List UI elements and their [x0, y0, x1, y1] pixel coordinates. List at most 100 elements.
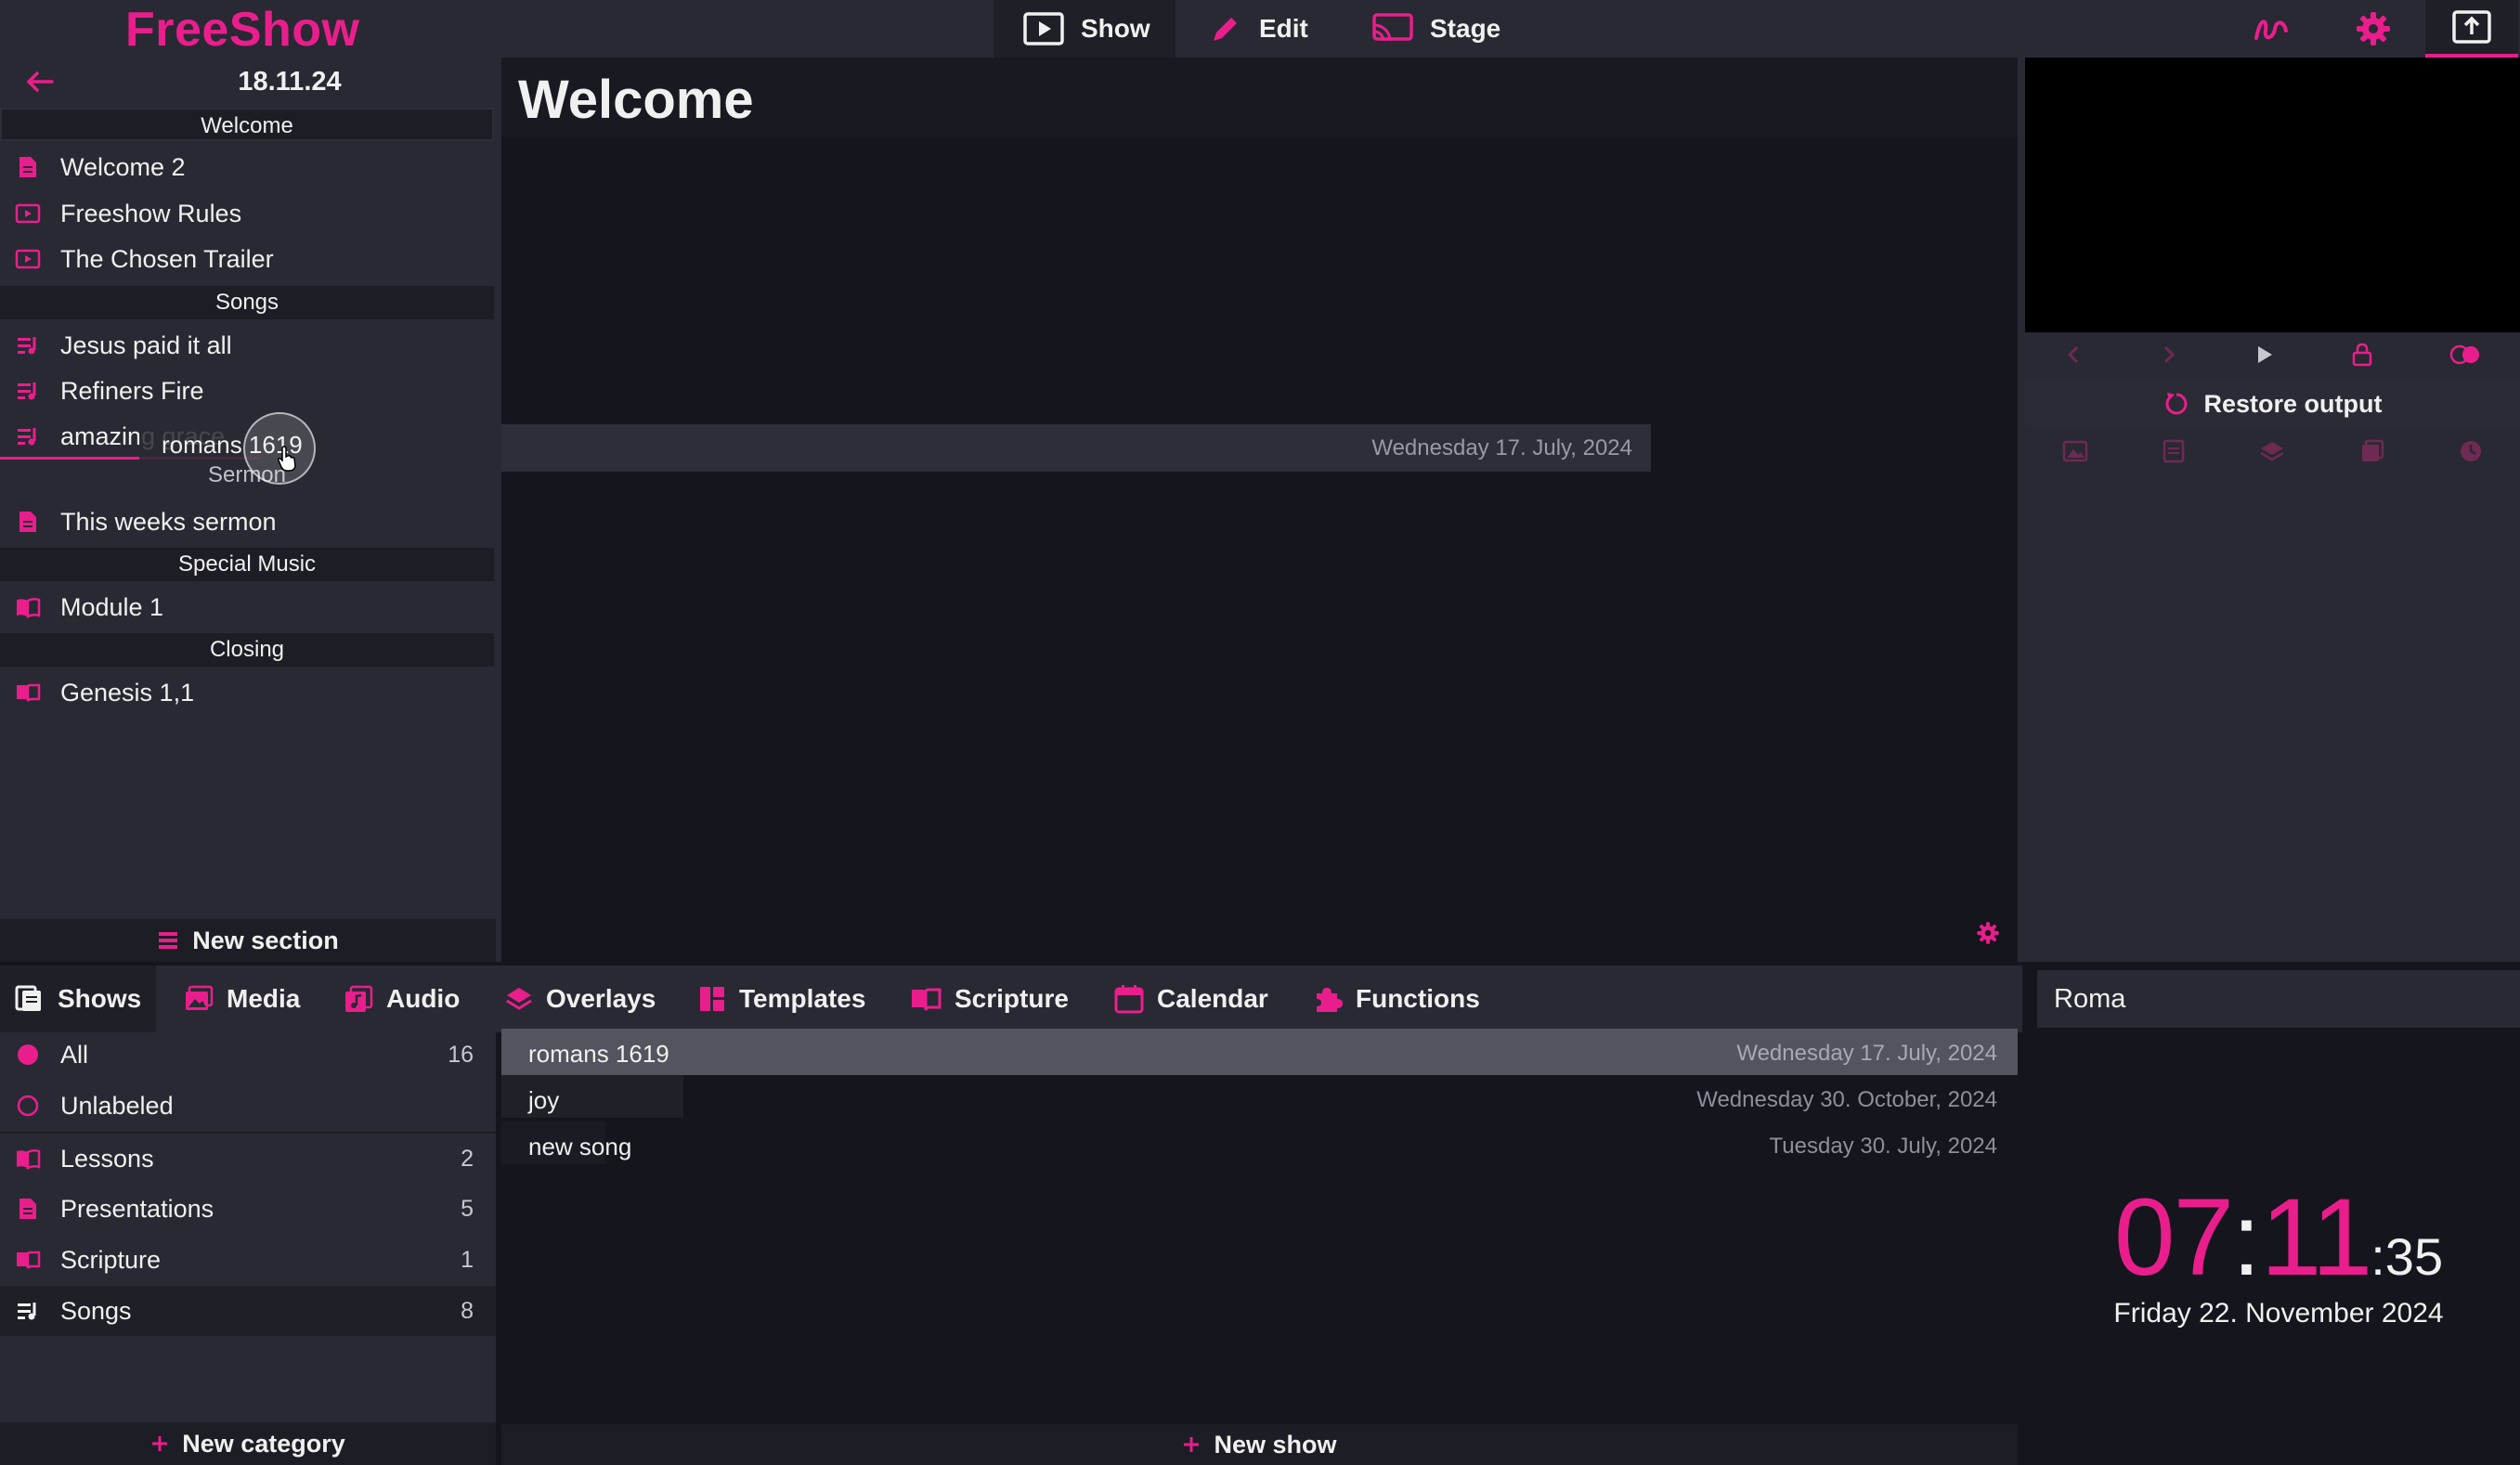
project-item-freeshow-rules[interactable]: Freeshow Rules: [0, 191, 496, 236]
show-date: Tuesday 30. July, 2024: [1769, 1134, 1997, 1159]
show-title: Welcome: [518, 70, 754, 130]
category-all[interactable]: All 16: [0, 1030, 496, 1080]
project-item-the-chosen-trailer[interactable]: The Chosen Trailer: [0, 237, 496, 281]
lock-icon[interactable]: [2352, 343, 2372, 367]
settings-gear-icon: [2355, 10, 2392, 47]
tab-stage[interactable]: Stage: [1343, 0, 1519, 58]
section-header-closing[interactable]: Closing: [0, 633, 494, 667]
song-icon: [0, 381, 60, 401]
tab-show[interactable]: Show: [994, 0, 1176, 58]
category-songs[interactable]: Songs 8: [0, 1286, 496, 1336]
functions-icon: [1313, 984, 1343, 1014]
slide-layer-icon[interactable]: [2163, 439, 2185, 463]
clock-date: Friday 22. November 2024: [2113, 1298, 2444, 1329]
draw-button[interactable]: [2225, 0, 2318, 58]
project-item-label: Freeshow Rules: [60, 199, 242, 227]
pointer-cursor-icon: [277, 446, 297, 472]
drawer-tab-media[interactable]: Media: [171, 966, 313, 1032]
plus-icon: [150, 1434, 169, 1453]
previous-icon[interactable]: [2064, 344, 2083, 366]
project-item-label: The Chosen Trailer: [60, 244, 274, 273]
left-splitter[interactable]: [496, 58, 501, 962]
project-item-module-1[interactable]: Module 1: [0, 585, 496, 629]
overlays-icon: [505, 986, 533, 1012]
shows-icon: [15, 985, 45, 1013]
drawer-tab-audio[interactable]: Audio: [331, 966, 473, 1032]
background-layer-icon[interactable]: [2062, 440, 2088, 462]
tab-edit[interactable]: Edit: [1179, 0, 1337, 58]
timer-layer-icon[interactable]: [2459, 439, 2483, 463]
show-row-new-song[interactable]: new song Tuesday 30. July, 2024: [501, 1121, 2018, 1168]
settings-button[interactable]: [2327, 0, 2420, 58]
category-unlabeled[interactable]: Unlabeled: [0, 1081, 496, 1131]
category-presentations[interactable]: Presentations 5: [0, 1184, 496, 1234]
output-toggle-button[interactable]: [2425, 0, 2518, 58]
drawer-tab-shows[interactable]: Shows: [0, 966, 156, 1032]
new-show-label: New show: [1214, 1430, 1337, 1459]
drawer-tab-functions[interactable]: Functions: [1300, 966, 1493, 1032]
section-header-songs[interactable]: Songs: [0, 286, 494, 319]
category-label: Songs: [60, 1296, 132, 1325]
presentation-icon: [0, 1197, 60, 1221]
project-panel: 18.11.24 Welcome Welcome 2 Freeshow Rule…: [0, 58, 496, 962]
tab-show-label: Show: [1081, 14, 1150, 43]
video-icon: [0, 203, 60, 224]
project-item-genesis-1-1[interactable]: Genesis 1,1: [0, 670, 496, 715]
restore-output-label: Restore output: [2203, 389, 2383, 418]
new-section-label: New section: [192, 926, 339, 954]
show-row-romans-1619[interactable]: romans 1619 Wednesday 17. July, 2024: [501, 1029, 2018, 1075]
project-item-jesus-paid-it-all[interactable]: Jesus paid it all: [0, 323, 496, 368]
video-icon: [0, 249, 60, 269]
category-lessons[interactable]: Lessons 2: [0, 1134, 496, 1184]
slide-settings-gear-icon[interactable]: [1976, 921, 2000, 945]
overlay-layer-icon[interactable]: [2259, 440, 2285, 462]
show-name: joy: [528, 1086, 560, 1114]
play-icon[interactable]: [2255, 344, 2274, 366]
drawer-tab-label: Functions: [1356, 984, 1480, 1013]
scripture-icon: [910, 986, 942, 1012]
show-row-joy[interactable]: joy Wednesday 30. October, 2024: [501, 1075, 2018, 1121]
section-header-welcome[interactable]: Welcome: [0, 108, 494, 141]
stage-icon: [1372, 13, 1413, 45]
drawer-tab-calendar[interactable]: Calendar: [1101, 966, 1281, 1032]
slides-area: Welcome: [501, 58, 2018, 962]
section-header-special-music[interactable]: Special Music: [0, 548, 494, 581]
scripture-icon: [0, 682, 60, 703]
clock-location-label: Roma: [2037, 970, 2520, 1028]
new-section-button[interactable]: New section: [0, 919, 496, 962]
category-count: 1: [461, 1246, 474, 1273]
show-date: Wednesday 30. October, 2024: [1696, 1087, 1997, 1112]
song-icon: [0, 335, 60, 356]
category-scripture[interactable]: Scripture 1: [0, 1235, 496, 1285]
presentation-icon: [0, 155, 60, 179]
output-controls: [2025, 332, 2520, 377]
tab-edit-label: Edit: [1259, 14, 1308, 43]
drawer-tab-templates[interactable]: Templates: [685, 966, 878, 1032]
category-label: Unlabeled: [60, 1091, 174, 1120]
tab-stage-label: Stage: [1430, 14, 1501, 43]
drawer-tab-label: Media: [227, 984, 301, 1013]
draw-icon: [2253, 12, 2290, 45]
project-item-label: Welcome 2: [60, 152, 186, 181]
clock-seconds: :35: [2371, 1227, 2444, 1286]
project-item-label: This weeks sermon: [60, 507, 277, 536]
next-icon[interactable]: [2160, 344, 2178, 366]
new-category-button[interactable]: New category: [0, 1422, 496, 1465]
drawer-tab-overlays[interactable]: Overlays: [492, 966, 669, 1032]
drawer-tab-label: Templates: [739, 984, 866, 1013]
category-count: 8: [461, 1297, 474, 1324]
blend-icon[interactable]: [2449, 344, 2481, 365]
project-item-this-weeks-sermon[interactable]: This weeks sermon: [0, 499, 496, 544]
restore-output-button[interactable]: Restore output: [2025, 381, 2520, 427]
song-icon: [0, 1301, 60, 1321]
drawer-tab-scripture[interactable]: Scripture: [897, 966, 1082, 1032]
project-item-welcome-2[interactable]: Welcome 2: [0, 145, 496, 189]
show-name: romans 1619: [528, 1040, 669, 1068]
output-preview[interactable]: [2025, 58, 2520, 332]
project-item-refiners-fire[interactable]: Refiners Fire: [0, 369, 496, 413]
song-icon: [0, 426, 60, 447]
audio-layer-icon[interactable]: [2360, 439, 2384, 463]
new-show-button[interactable]: New show: [501, 1424, 2018, 1465]
new-category-label: New category: [182, 1429, 345, 1458]
lesson-icon: [0, 1147, 60, 1170]
